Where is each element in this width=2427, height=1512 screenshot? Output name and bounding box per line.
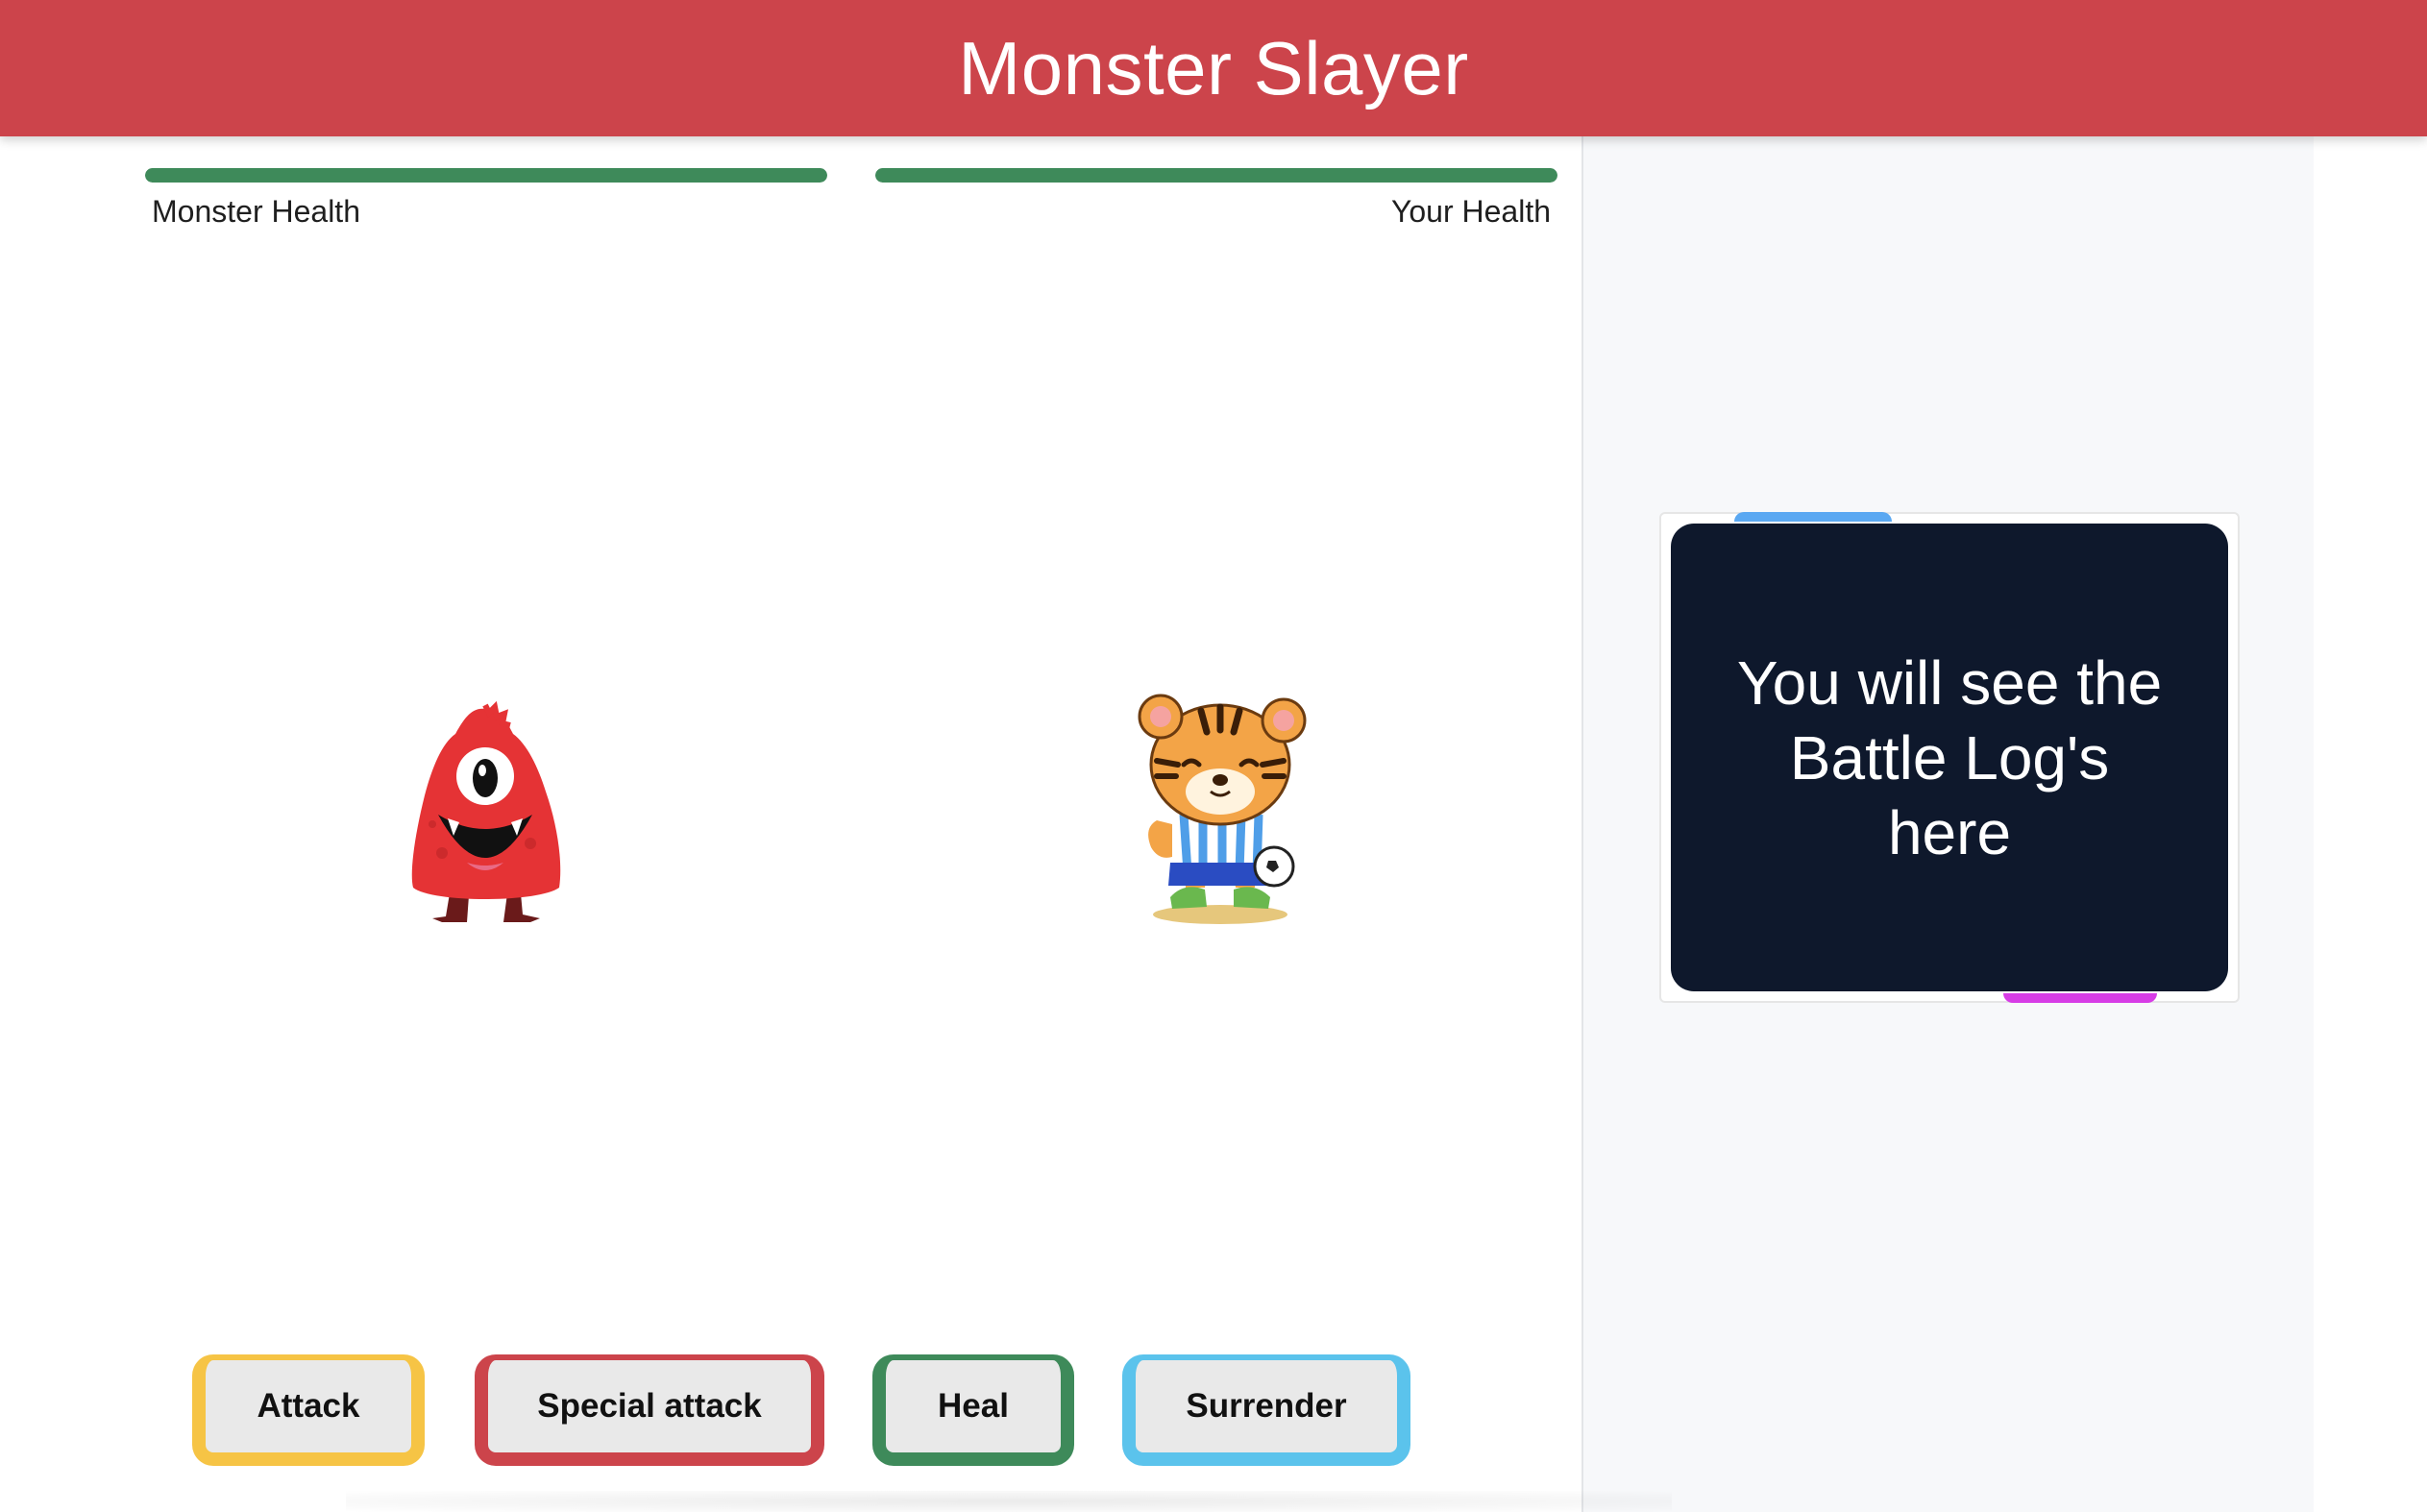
- monster-health-label: Monster Health: [152, 194, 360, 229]
- log-card-accent-top: [1734, 512, 1892, 522]
- surrender-button[interactable]: Surrender: [1122, 1354, 1410, 1466]
- battle-log-card: You will see the Battle Log's here: [1659, 512, 2240, 1003]
- special-attack-button[interactable]: Special attack: [475, 1354, 824, 1466]
- player-health-label: Your Health: [1390, 194, 1551, 229]
- monster-health-fill: [145, 168, 827, 183]
- monster-icon: [411, 700, 561, 922]
- log-card-accent-bottom: [2003, 993, 2157, 1003]
- player-health-fill: [875, 168, 1557, 183]
- battle-log-placeholder: You will see the Battle Log's here: [1736, 647, 2163, 867]
- battle-log-content: You will see the Battle Log's here: [1671, 524, 2228, 991]
- monster-health-bar: [145, 168, 827, 183]
- action-buttons: Attack Special attack Heal Surrender: [0, 1351, 1581, 1475]
- attack-button[interactable]: Attack: [192, 1354, 425, 1466]
- app-title: Monster Slayer: [958, 25, 1469, 110]
- heal-button[interactable]: Heal: [872, 1354, 1074, 1466]
- player-health-bar: [875, 168, 1557, 183]
- footer-shadow: [346, 1491, 1672, 1512]
- app-header: Monster Slayer: [0, 0, 2427, 136]
- tiger-player-icon: [1138, 694, 1307, 924]
